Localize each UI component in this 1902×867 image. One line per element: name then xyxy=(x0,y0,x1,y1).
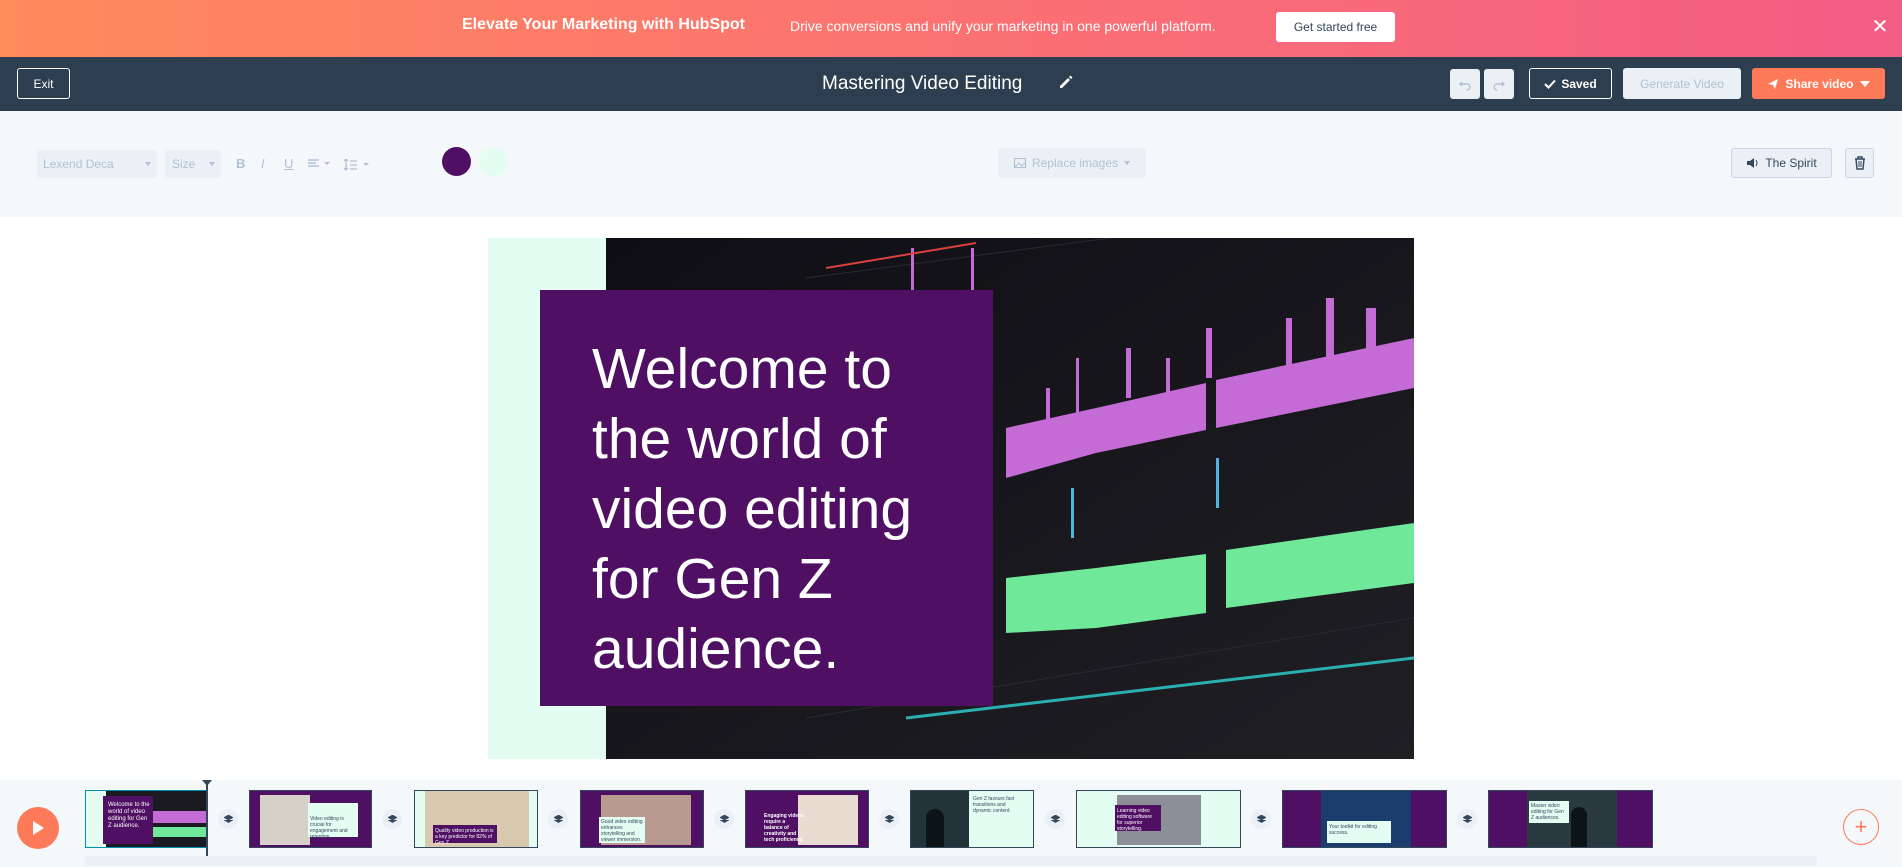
slide-thumbnail-text: Master video editing for Gen Z audiences… xyxy=(1531,803,1564,821)
promo-banner: Elevate Your Marketing with HubSpot Driv… xyxy=(0,0,1902,57)
slide-thumbnail[interactable]: Good video editing enhances storytelling… xyxy=(580,790,704,848)
playhead[interactable] xyxy=(202,780,212,856)
slide-thumbnail-text: Gen Z favours fast transitions and dynam… xyxy=(973,796,1015,814)
timeline-strip: Welcome to the world of video editing fo… xyxy=(0,780,1902,867)
slide-thumbnail-text: Your toolkit for editing success. xyxy=(1329,824,1377,836)
play-button[interactable] xyxy=(17,807,59,849)
italic-button[interactable]: I xyxy=(261,156,265,171)
transition-icon[interactable] xyxy=(1045,809,1065,829)
slide-thumbnail[interactable]: Master video editing for Gen Z audiences… xyxy=(1488,790,1653,848)
font-size-value: Size xyxy=(172,157,196,171)
slide-thumbnail[interactable]: Video editing is crucial for engagement … xyxy=(249,790,372,848)
saved-label: Saved xyxy=(1561,76,1597,91)
slide-thumbnail-text: Learning video editing software for supe… xyxy=(1117,808,1153,832)
video-title[interactable]: Mastering Video Editing xyxy=(822,73,1022,95)
transition-icon[interactable] xyxy=(218,809,238,829)
pencil-icon[interactable] xyxy=(1058,74,1074,90)
trash-icon xyxy=(1854,156,1865,170)
slide-thumbnail[interactable]: Engaging videos require a balance of cre… xyxy=(745,790,869,848)
chevron-down-icon xyxy=(1124,161,1131,165)
font-family-value: Lexend Deca xyxy=(43,157,114,171)
close-icon[interactable]: ✕ xyxy=(1868,15,1892,39)
get-started-button[interactable]: Get started free xyxy=(1276,12,1395,42)
slide-thumbnail-text: Video editing is crucial for engagement … xyxy=(310,816,348,840)
undo-icon xyxy=(1459,81,1471,91)
color-swatch-primary[interactable] xyxy=(442,147,471,176)
timeline-scrollbar[interactable] xyxy=(85,856,1817,866)
image-icon xyxy=(1013,158,1026,168)
color-swatch-secondary[interactable] xyxy=(479,147,508,176)
chevron-down-icon xyxy=(145,162,151,166)
slide-canvas[interactable]: Welcome to the world of video editing fo… xyxy=(488,238,1414,759)
add-slide-button[interactable]: + xyxy=(1843,809,1879,845)
chevron-down-icon xyxy=(1859,80,1870,87)
headline-box[interactable]: Welcome to the world of video editing fo… xyxy=(540,290,993,706)
share-label: Share video xyxy=(1785,76,1854,91)
speaker-icon xyxy=(1747,158,1758,168)
slide-thumbnail[interactable]: Gen Z favours fast transitions and dynam… xyxy=(910,790,1034,848)
banner-title: Elevate Your Marketing with HubSpot xyxy=(462,16,745,33)
redo-button[interactable] xyxy=(1484,69,1514,99)
line-height-icon[interactable] xyxy=(343,159,373,171)
send-icon xyxy=(1768,78,1779,89)
align-icon[interactable] xyxy=(308,159,334,169)
delete-slide-button[interactable] xyxy=(1845,148,1874,178)
voice-select-button[interactable]: The Spirit xyxy=(1731,148,1832,178)
underline-button[interactable]: U xyxy=(284,156,293,171)
slide-thumbnail-text: Welcome to the world of video editing fo… xyxy=(108,802,150,829)
slide-thumbnail-text: Quality video production is a key predic… xyxy=(435,828,494,846)
exit-button[interactable]: Exit xyxy=(17,68,70,99)
generate-video-button[interactable]: Generate Video xyxy=(1623,68,1741,99)
font-family-select[interactable]: Lexend Deca xyxy=(37,150,157,178)
replace-images-button[interactable]: Replace images xyxy=(998,148,1146,178)
font-size-select[interactable]: Size xyxy=(165,150,221,178)
undo-button[interactable] xyxy=(1450,69,1480,99)
slide-thumbnail-text: Engaging videos require a balance of cre… xyxy=(764,813,805,843)
transition-icon[interactable] xyxy=(382,809,402,829)
banner-subtitle: Drive conversions and unify your marketi… xyxy=(790,18,1216,34)
transition-icon[interactable] xyxy=(548,809,568,829)
check-icon xyxy=(1544,79,1557,89)
transition-icon[interactable] xyxy=(879,809,899,829)
chevron-down-icon xyxy=(209,162,215,166)
editor-header: Exit Mastering Video Editing Saved Gener… xyxy=(0,57,1902,111)
transition-icon[interactable] xyxy=(1457,809,1477,829)
transition-icon[interactable] xyxy=(1251,809,1271,829)
slide-thumbnail[interactable]: Quality video production is a key predic… xyxy=(414,790,538,848)
bold-button[interactable]: B xyxy=(236,156,245,171)
format-toolbar: Lexend Deca Size B I U Replace images Th… xyxy=(0,111,1902,217)
slide-thumbnail[interactable]: Learning video editing software for supe… xyxy=(1076,790,1241,848)
replace-images-label: Replace images xyxy=(1031,156,1119,170)
play-icon xyxy=(33,821,44,835)
slide-headline[interactable]: Welcome to the world of video editing fo… xyxy=(592,334,972,684)
slide-thumbnail-text: Good video editing enhances storytelling… xyxy=(601,819,643,843)
saved-button[interactable]: Saved xyxy=(1529,68,1612,99)
slide-thumbnail[interactable]: Welcome to the world of video editing fo… xyxy=(85,790,208,848)
slide-thumbnail[interactable]: Your toolkit for editing success. xyxy=(1282,790,1447,848)
transition-icon[interactable] xyxy=(714,809,734,829)
redo-icon xyxy=(1493,81,1505,91)
voice-label: The Spirit xyxy=(1765,156,1817,170)
share-video-button[interactable]: Share video xyxy=(1752,68,1885,99)
